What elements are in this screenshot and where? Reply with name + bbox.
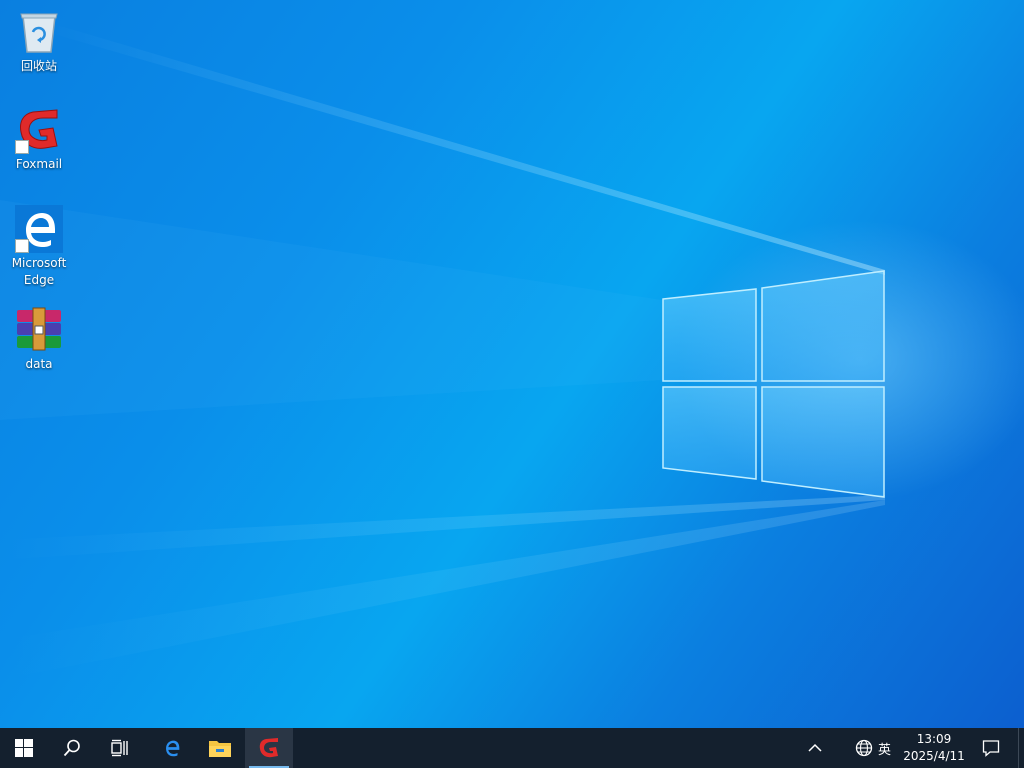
tray-overflow-button[interactable]	[792, 728, 838, 768]
clock-date: 2025/4/11	[903, 749, 965, 763]
shortcut-arrow-icon	[15, 239, 29, 253]
desktop-icon-label: Foxmail	[15, 157, 63, 171]
taskbar-edge-button[interactable]	[148, 728, 196, 768]
clock-time: 13:09	[916, 732, 952, 746]
search-button[interactable]	[48, 728, 96, 768]
foxmail-icon	[15, 106, 63, 154]
edge-icon	[166, 740, 180, 757]
desktop-icon-data-archive[interactable]: data	[2, 306, 76, 373]
edge-icon	[15, 205, 63, 253]
ime-indicator[interactable]: 英	[878, 728, 891, 768]
desktop-icon-foxmail[interactable]: Foxmail	[2, 106, 76, 173]
taskbar: 英 13:09 2025/4/11	[0, 728, 1024, 768]
windows-logo-wallpaper	[662, 270, 885, 498]
desktop-icon-label: 回收站	[20, 59, 57, 73]
shortcut-arrow-icon	[15, 140, 29, 154]
task-view-icon	[111, 739, 128, 757]
desktop[interactable]: 回收站 Foxmail Microsoft Edge data	[0, 0, 1024, 728]
foxmail-icon	[259, 738, 278, 758]
network-button[interactable]	[852, 728, 876, 768]
desktop-icon-edge[interactable]: Microsoft Edge	[2, 205, 76, 289]
start-button[interactable]	[0, 728, 48, 768]
desktop-icon-label: data	[25, 357, 53, 371]
windows-start-icon	[15, 739, 33, 757]
recycle-bin-icon	[15, 8, 63, 56]
action-center-button[interactable]	[968, 728, 1014, 768]
taskbar-file-explorer-button[interactable]	[196, 728, 244, 768]
globe-icon	[855, 739, 873, 757]
taskbar-foxmail-button[interactable]	[245, 728, 293, 768]
action-center-icon	[982, 740, 1000, 757]
search-icon	[63, 739, 80, 757]
task-view-button[interactable]	[96, 728, 144, 768]
winrar-archive-icon	[15, 306, 63, 354]
chevron-up-icon	[808, 743, 822, 752]
clock[interactable]: 13:09 2025/4/11	[898, 728, 970, 768]
file-explorer-icon	[209, 741, 231, 757]
desktop-icon-label: Microsoft Edge	[11, 256, 67, 287]
desktop-icon-recycle-bin[interactable]: 回收站	[2, 8, 76, 75]
show-desktop-button[interactable]	[1018, 728, 1024, 768]
